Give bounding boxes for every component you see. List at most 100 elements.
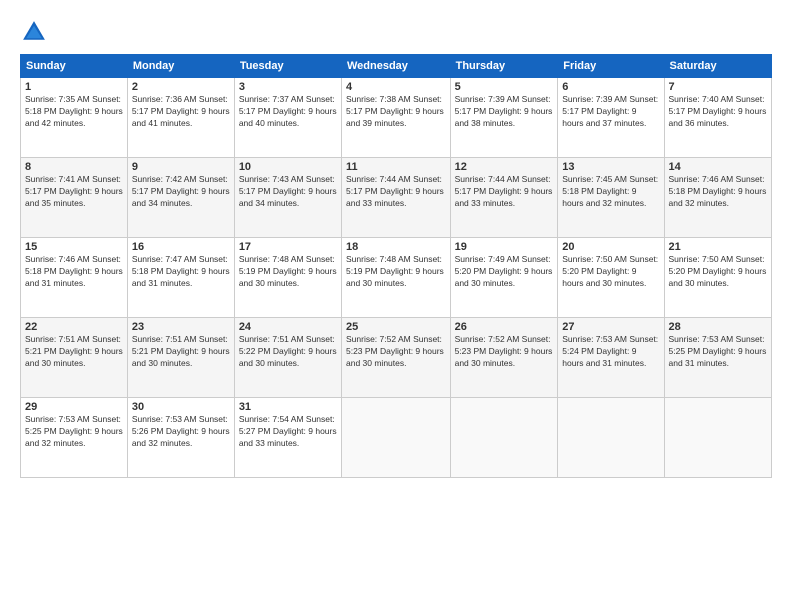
day-number: 4 (346, 81, 446, 93)
calendar-cell: 29Sunrise: 7:53 AM Sunset: 5:25 PM Dayli… (21, 398, 128, 478)
day-number: 20 (562, 241, 659, 253)
day-info: Sunrise: 7:46 AM Sunset: 5:18 PM Dayligh… (25, 254, 123, 290)
day-header-thursday: Thursday (450, 55, 558, 78)
day-info: Sunrise: 7:36 AM Sunset: 5:17 PM Dayligh… (132, 94, 230, 130)
day-info: Sunrise: 7:47 AM Sunset: 5:18 PM Dayligh… (132, 254, 230, 290)
day-number: 27 (562, 321, 659, 333)
calendar-cell: 23Sunrise: 7:51 AM Sunset: 5:21 PM Dayli… (127, 318, 234, 398)
day-number: 17 (239, 241, 337, 253)
day-header-sunday: Sunday (21, 55, 128, 78)
day-info: Sunrise: 7:35 AM Sunset: 5:18 PM Dayligh… (25, 94, 123, 130)
day-info: Sunrise: 7:48 AM Sunset: 5:19 PM Dayligh… (346, 254, 446, 290)
logo (20, 18, 52, 46)
day-number: 12 (455, 161, 554, 173)
day-info: Sunrise: 7:39 AM Sunset: 5:17 PM Dayligh… (455, 94, 554, 130)
calendar-body: 1Sunrise: 7:35 AM Sunset: 5:18 PM Daylig… (21, 78, 772, 478)
day-number: 3 (239, 81, 337, 93)
calendar-cell: 4Sunrise: 7:38 AM Sunset: 5:17 PM Daylig… (341, 78, 450, 158)
day-header-tuesday: Tuesday (234, 55, 341, 78)
calendar-cell: 6Sunrise: 7:39 AM Sunset: 5:17 PM Daylig… (558, 78, 664, 158)
calendar-cell: 20Sunrise: 7:50 AM Sunset: 5:20 PM Dayli… (558, 238, 664, 318)
day-info: Sunrise: 7:45 AM Sunset: 5:18 PM Dayligh… (562, 174, 659, 210)
day-number: 16 (132, 241, 230, 253)
day-number: 23 (132, 321, 230, 333)
calendar-cell: 9Sunrise: 7:42 AM Sunset: 5:17 PM Daylig… (127, 158, 234, 238)
day-number: 22 (25, 321, 123, 333)
day-number: 15 (25, 241, 123, 253)
calendar-cell: 16Sunrise: 7:47 AM Sunset: 5:18 PM Dayli… (127, 238, 234, 318)
day-info: Sunrise: 7:37 AM Sunset: 5:17 PM Dayligh… (239, 94, 337, 130)
day-number: 5 (455, 81, 554, 93)
day-number: 21 (669, 241, 767, 253)
week-row-4: 29Sunrise: 7:53 AM Sunset: 5:25 PM Dayli… (21, 398, 772, 478)
calendar-cell (664, 398, 771, 478)
day-number: 14 (669, 161, 767, 173)
calendar-cell: 25Sunrise: 7:52 AM Sunset: 5:23 PM Dayli… (341, 318, 450, 398)
day-number: 7 (669, 81, 767, 93)
calendar-page: SundayMondayTuesdayWednesdayThursdayFrid… (0, 0, 792, 612)
day-header-wednesday: Wednesday (341, 55, 450, 78)
day-info: Sunrise: 7:51 AM Sunset: 5:21 PM Dayligh… (25, 334, 123, 370)
calendar-cell: 30Sunrise: 7:53 AM Sunset: 5:26 PM Dayli… (127, 398, 234, 478)
day-info: Sunrise: 7:40 AM Sunset: 5:17 PM Dayligh… (669, 94, 767, 130)
day-info: Sunrise: 7:46 AM Sunset: 5:18 PM Dayligh… (669, 174, 767, 210)
day-info: Sunrise: 7:41 AM Sunset: 5:17 PM Dayligh… (25, 174, 123, 210)
day-number: 18 (346, 241, 446, 253)
day-number: 11 (346, 161, 446, 173)
calendar-table: SundayMondayTuesdayWednesdayThursdayFrid… (20, 54, 772, 478)
calendar-cell: 15Sunrise: 7:46 AM Sunset: 5:18 PM Dayli… (21, 238, 128, 318)
week-row-3: 22Sunrise: 7:51 AM Sunset: 5:21 PM Dayli… (21, 318, 772, 398)
day-number: 26 (455, 321, 554, 333)
day-info: Sunrise: 7:53 AM Sunset: 5:26 PM Dayligh… (132, 414, 230, 450)
day-number: 8 (25, 161, 123, 173)
day-number: 30 (132, 401, 230, 413)
calendar-cell: 8Sunrise: 7:41 AM Sunset: 5:17 PM Daylig… (21, 158, 128, 238)
week-row-1: 8Sunrise: 7:41 AM Sunset: 5:17 PM Daylig… (21, 158, 772, 238)
day-number: 13 (562, 161, 659, 173)
calendar-cell: 14Sunrise: 7:46 AM Sunset: 5:18 PM Dayli… (664, 158, 771, 238)
day-header-friday: Friday (558, 55, 664, 78)
calendar-cell: 3Sunrise: 7:37 AM Sunset: 5:17 PM Daylig… (234, 78, 341, 158)
calendar-cell (558, 398, 664, 478)
calendar-cell (450, 398, 558, 478)
calendar-cell: 1Sunrise: 7:35 AM Sunset: 5:18 PM Daylig… (21, 78, 128, 158)
week-row-0: 1Sunrise: 7:35 AM Sunset: 5:18 PM Daylig… (21, 78, 772, 158)
day-number: 6 (562, 81, 659, 93)
day-number: 9 (132, 161, 230, 173)
calendar-cell: 7Sunrise: 7:40 AM Sunset: 5:17 PM Daylig… (664, 78, 771, 158)
day-header-monday: Monday (127, 55, 234, 78)
day-info: Sunrise: 7:49 AM Sunset: 5:20 PM Dayligh… (455, 254, 554, 290)
calendar-cell: 2Sunrise: 7:36 AM Sunset: 5:17 PM Daylig… (127, 78, 234, 158)
day-header-saturday: Saturday (664, 55, 771, 78)
calendar-cell: 17Sunrise: 7:48 AM Sunset: 5:19 PM Dayli… (234, 238, 341, 318)
week-row-2: 15Sunrise: 7:46 AM Sunset: 5:18 PM Dayli… (21, 238, 772, 318)
calendar-cell: 11Sunrise: 7:44 AM Sunset: 5:17 PM Dayli… (341, 158, 450, 238)
day-number: 29 (25, 401, 123, 413)
day-info: Sunrise: 7:52 AM Sunset: 5:23 PM Dayligh… (455, 334, 554, 370)
day-number: 1 (25, 81, 123, 93)
day-info: Sunrise: 7:50 AM Sunset: 5:20 PM Dayligh… (562, 254, 659, 290)
day-info: Sunrise: 7:51 AM Sunset: 5:22 PM Dayligh… (239, 334, 337, 370)
calendar-cell: 13Sunrise: 7:45 AM Sunset: 5:18 PM Dayli… (558, 158, 664, 238)
calendar-cell: 28Sunrise: 7:53 AM Sunset: 5:25 PM Dayli… (664, 318, 771, 398)
day-number: 24 (239, 321, 337, 333)
calendar-cell: 5Sunrise: 7:39 AM Sunset: 5:17 PM Daylig… (450, 78, 558, 158)
calendar-cell: 19Sunrise: 7:49 AM Sunset: 5:20 PM Dayli… (450, 238, 558, 318)
day-info: Sunrise: 7:44 AM Sunset: 5:17 PM Dayligh… (455, 174, 554, 210)
day-info: Sunrise: 7:42 AM Sunset: 5:17 PM Dayligh… (132, 174, 230, 210)
day-info: Sunrise: 7:52 AM Sunset: 5:23 PM Dayligh… (346, 334, 446, 370)
day-info: Sunrise: 7:39 AM Sunset: 5:17 PM Dayligh… (562, 94, 659, 130)
day-info: Sunrise: 7:44 AM Sunset: 5:17 PM Dayligh… (346, 174, 446, 210)
calendar-cell (341, 398, 450, 478)
calendar-header-row: SundayMondayTuesdayWednesdayThursdayFrid… (21, 55, 772, 78)
day-info: Sunrise: 7:54 AM Sunset: 5:27 PM Dayligh… (239, 414, 337, 450)
calendar-cell: 12Sunrise: 7:44 AM Sunset: 5:17 PM Dayli… (450, 158, 558, 238)
calendar-cell: 26Sunrise: 7:52 AM Sunset: 5:23 PM Dayli… (450, 318, 558, 398)
day-info: Sunrise: 7:43 AM Sunset: 5:17 PM Dayligh… (239, 174, 337, 210)
day-info: Sunrise: 7:50 AM Sunset: 5:20 PM Dayligh… (669, 254, 767, 290)
header (20, 18, 772, 46)
calendar-cell: 27Sunrise: 7:53 AM Sunset: 5:24 PM Dayli… (558, 318, 664, 398)
calendar-cell: 10Sunrise: 7:43 AM Sunset: 5:17 PM Dayli… (234, 158, 341, 238)
day-info: Sunrise: 7:53 AM Sunset: 5:25 PM Dayligh… (25, 414, 123, 450)
day-number: 25 (346, 321, 446, 333)
